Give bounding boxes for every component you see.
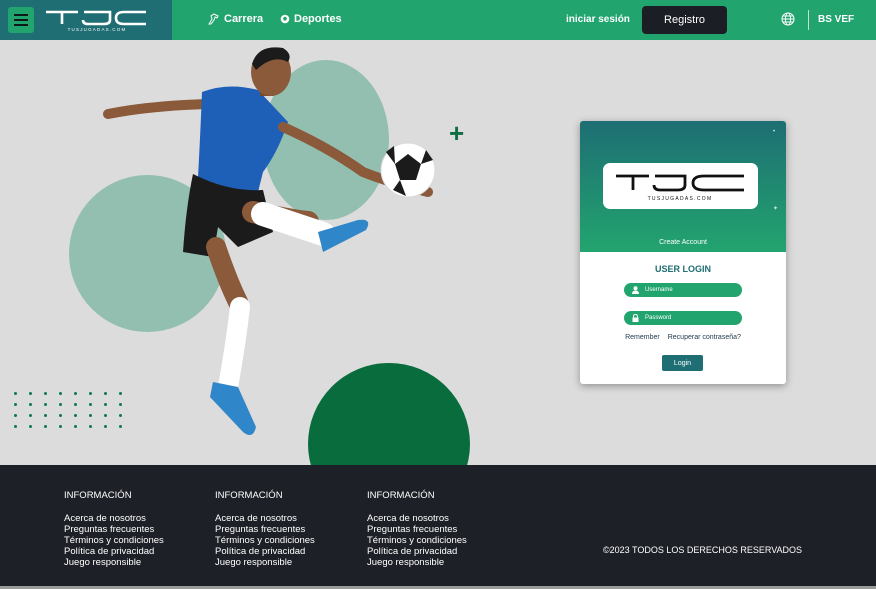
footer-link[interactable]: Términos y condiciones [367, 535, 467, 546]
footer-column-1: INFORMACIÓN Acerca de nosotros Preguntas… [64, 490, 164, 568]
tjc-logo[interactable]: TUSJUGADAS.COM [44, 8, 150, 32]
footer-column-title: INFORMACIÓN [215, 490, 283, 501]
login-card: • ✦ TUSJUGADAS.COM Create Account USER L… [580, 121, 786, 384]
nav-carrera-label: Carrera [224, 13, 264, 25]
login-card-header: • ✦ TUSJUGADAS.COM Create Account [580, 121, 786, 252]
card-logo-box: TUSJUGADAS.COM [603, 163, 758, 209]
footer-link[interactable]: Juego responsible [215, 557, 315, 568]
footer-link[interactable]: Política de privacidad [215, 546, 315, 557]
logo-tagline: TUSJUGADAS.COM [68, 27, 127, 32]
username-placeholder: Username [645, 287, 673, 293]
footer-link[interactable]: Preguntas frecuentes [215, 524, 315, 535]
footer-link[interactable]: Preguntas frecuentes [367, 524, 467, 535]
logo-block: TUSJUGADAS.COM [0, 0, 172, 40]
login-button[interactable]: Login [662, 355, 703, 371]
recover-password-link[interactable]: Recuperar contraseña? [668, 334, 741, 341]
footer-link[interactable]: Términos y condiciones [64, 535, 164, 546]
footer: INFORMACIÓN Acerca de nosotros Preguntas… [0, 465, 876, 586]
footer-link[interactable]: Términos y condiciones [215, 535, 315, 546]
login-links-row: Remember Recuperar contraseña? [580, 334, 786, 341]
globe-icon[interactable] [781, 12, 795, 26]
footer-link[interactable]: Juego responsible [64, 557, 164, 568]
card-logo-tagline: TUSJUGADAS.COM [648, 196, 713, 202]
login-title: USER LOGIN [654, 264, 711, 274]
hamburger-menu-button[interactable] [8, 7, 34, 33]
plus-decor-icon: + [449, 118, 465, 148]
nav-carrera[interactable]: Carrera [207, 13, 263, 25]
footer-column-title: INFORMACIÓN [367, 490, 435, 501]
copyright-text: ©2023 TODOS LOS DERECHOS RESERVADOS [603, 545, 803, 555]
horse-icon [208, 13, 219, 25]
register-button[interactable]: Registro [642, 6, 727, 34]
login-link[interactable]: iniciar sesión [566, 14, 630, 25]
nav-deportes-label: Deportes [294, 13, 342, 25]
remember-link[interactable]: Remember [625, 334, 660, 341]
footer-link[interactable]: Acerca de nosotros [367, 513, 467, 524]
footer-link[interactable]: Acerca de nosotros [64, 513, 164, 524]
footer-column-2: INFORMACIÓN Acerca de nosotros Preguntas… [215, 490, 315, 568]
soccer-ball-icon [280, 14, 290, 24]
nav-deportes[interactable]: Deportes [280, 13, 342, 25]
tjc-logo-dark: TUSJUGADAS.COM [616, 174, 744, 202]
create-account-link[interactable]: Create Account [580, 239, 786, 246]
username-field[interactable]: Username [624, 283, 742, 297]
footer-column-title: INFORMACIÓN [64, 490, 132, 501]
footer-link[interactable]: Juego responsible [367, 557, 467, 568]
footer-link[interactable]: Acerca de nosotros [215, 513, 315, 524]
footer-link[interactable]: Preguntas frecuentes [64, 524, 164, 535]
footer-link[interactable]: Política de privacidad [367, 546, 467, 557]
footer-column-3: INFORMACIÓN Acerca de nosotros Preguntas… [367, 490, 467, 568]
user-icon [632, 286, 639, 294]
password-placeholder: Password [645, 315, 672, 321]
password-field[interactable]: Password [624, 311, 742, 325]
lock-icon [632, 314, 639, 322]
currency-selector[interactable]: BS VEF [818, 14, 854, 25]
soccer-player-image [103, 47, 436, 436]
top-navbar: TUSJUGADAS.COM Carrera Deportes iniciar … [0, 0, 876, 40]
footer-link[interactable]: Política de privacidad [64, 546, 164, 557]
header-divider [808, 10, 809, 30]
